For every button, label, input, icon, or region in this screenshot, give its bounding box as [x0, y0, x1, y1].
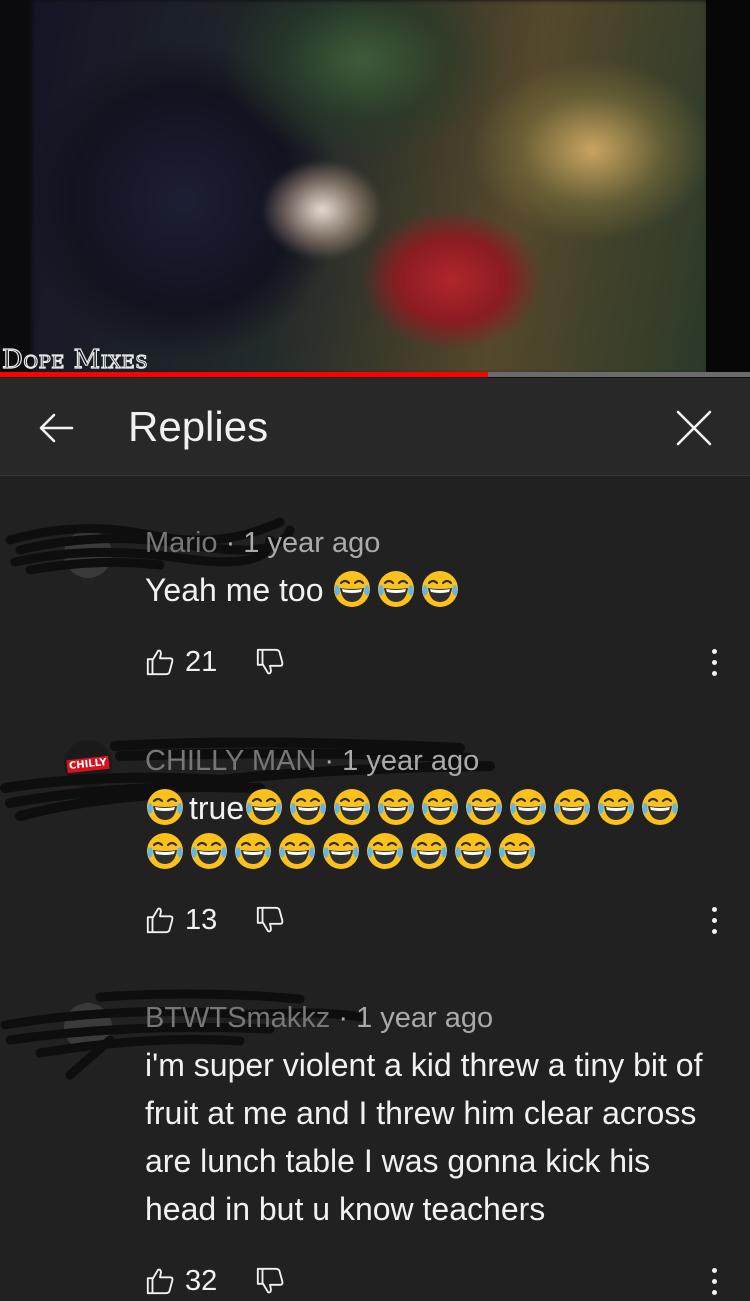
like-count: 21 [185, 645, 218, 678]
comment-body: true [189, 790, 245, 826]
face-with-tears-of-joy-icon [189, 831, 229, 871]
thumb-down-icon [255, 647, 285, 677]
face-with-tears-of-joy-icon [332, 569, 372, 609]
face-with-tears-of-joy-icon [145, 831, 185, 871]
comment-actions: 21 [145, 642, 285, 682]
close-icon [676, 410, 712, 446]
face-with-tears-of-joy-icon [277, 831, 317, 871]
back-button[interactable] [30, 402, 82, 454]
avatar[interactable] [64, 1003, 112, 1051]
avatar[interactable] [64, 530, 112, 578]
video-letterbox [706, 0, 750, 374]
face-with-tears-of-joy-icon [508, 787, 548, 827]
face-with-tears-of-joy-icon [409, 831, 449, 871]
video-frame [32, 0, 708, 374]
like-count: 32 [185, 1264, 218, 1297]
face-with-tears-of-joy-icon [453, 831, 493, 871]
like-button[interactable]: 21 [145, 646, 235, 679]
emoji-group [145, 790, 189, 826]
dot [711, 928, 717, 934]
face-with-tears-of-joy-icon [497, 831, 537, 871]
face-with-tears-of-joy-icon [321, 831, 361, 871]
video-player[interactable]: Dope Mixes [0, 0, 750, 378]
like-button[interactable]: 13 [145, 904, 235, 937]
more-options-button[interactable] [700, 1261, 728, 1301]
avatar-label: CHILLY [66, 755, 110, 773]
like-button[interactable]: 32 [145, 1265, 235, 1298]
face-with-tears-of-joy-icon [288, 787, 328, 827]
face-with-tears-of-joy-icon [376, 569, 416, 609]
comment-meta: Mario · 1 year ago [145, 526, 380, 560]
video-watermark: Dope Mixes [1, 345, 149, 375]
face-with-tears-of-joy-icon [365, 831, 405, 871]
face-with-tears-of-joy-icon [552, 787, 592, 827]
more-options-button[interactable] [700, 642, 728, 682]
replies-header: Replies [0, 378, 750, 476]
comment-meta: CHILLY MAN · 1 year ago [145, 744, 479, 778]
face-with-tears-of-joy-icon [145, 787, 185, 827]
dot [711, 648, 717, 654]
comment-author[interactable]: BTWTSmakkz [145, 1002, 330, 1034]
comment-actions: 13 [145, 900, 285, 940]
face-with-tears-of-joy-icon [464, 787, 504, 827]
dot [711, 659, 717, 665]
comment-text: true [145, 786, 715, 874]
dot [711, 906, 717, 912]
comment-author[interactable]: Mario [145, 527, 218, 559]
close-button[interactable] [668, 402, 720, 454]
comment-actions: 32 [145, 1261, 285, 1301]
arrow-left-icon [39, 413, 74, 443]
comment-text: Yeah me too [145, 566, 720, 614]
face-with-tears-of-joy-icon [596, 787, 636, 827]
comment-meta: BTWTSmakkz · 1 year ago [145, 1001, 493, 1035]
video-progress-bar[interactable] [0, 372, 750, 377]
dot [711, 1278, 717, 1284]
dot [711, 917, 717, 923]
thumb-up-icon [145, 647, 175, 677]
face-with-tears-of-joy-icon [640, 787, 680, 827]
face-with-tears-of-joy-icon [233, 831, 273, 871]
comment-body: Yeah me too [145, 572, 324, 608]
face-with-tears-of-joy-icon [244, 787, 284, 827]
meta-separator: · [330, 1002, 357, 1034]
dislike-button[interactable] [255, 647, 285, 677]
face-with-tears-of-joy-icon [420, 569, 460, 609]
dislike-button[interactable] [255, 905, 285, 935]
dot [711, 1267, 717, 1273]
face-with-tears-of-joy-icon [332, 787, 372, 827]
thumb-down-icon [255, 905, 285, 935]
dot [711, 1289, 717, 1295]
comment-time: 1 year ago [243, 527, 381, 559]
thumb-up-icon [145, 905, 175, 935]
emoji-group [332, 572, 464, 608]
comment-time: 1 year ago [356, 1002, 494, 1034]
meta-separator: · [316, 745, 343, 777]
more-options-button[interactable] [700, 900, 728, 940]
thumb-down-icon [255, 1266, 285, 1296]
video-progress-fill [0, 372, 488, 377]
comment-time: 1 year ago [342, 745, 480, 777]
comment-author[interactable]: CHILLY MAN [145, 745, 316, 777]
face-with-tears-of-joy-icon [376, 787, 416, 827]
meta-separator: · [217, 527, 244, 559]
dot [711, 670, 717, 676]
comment-text: i'm super violent a kid threw a tiny bit… [145, 1047, 703, 1227]
dislike-button[interactable] [255, 1266, 285, 1296]
avatar[interactable]: CHILLY [64, 740, 112, 788]
thumb-up-icon [145, 1266, 175, 1296]
like-count: 13 [185, 903, 218, 936]
header-title: Replies [128, 403, 269, 450]
face-with-tears-of-joy-icon [420, 787, 460, 827]
